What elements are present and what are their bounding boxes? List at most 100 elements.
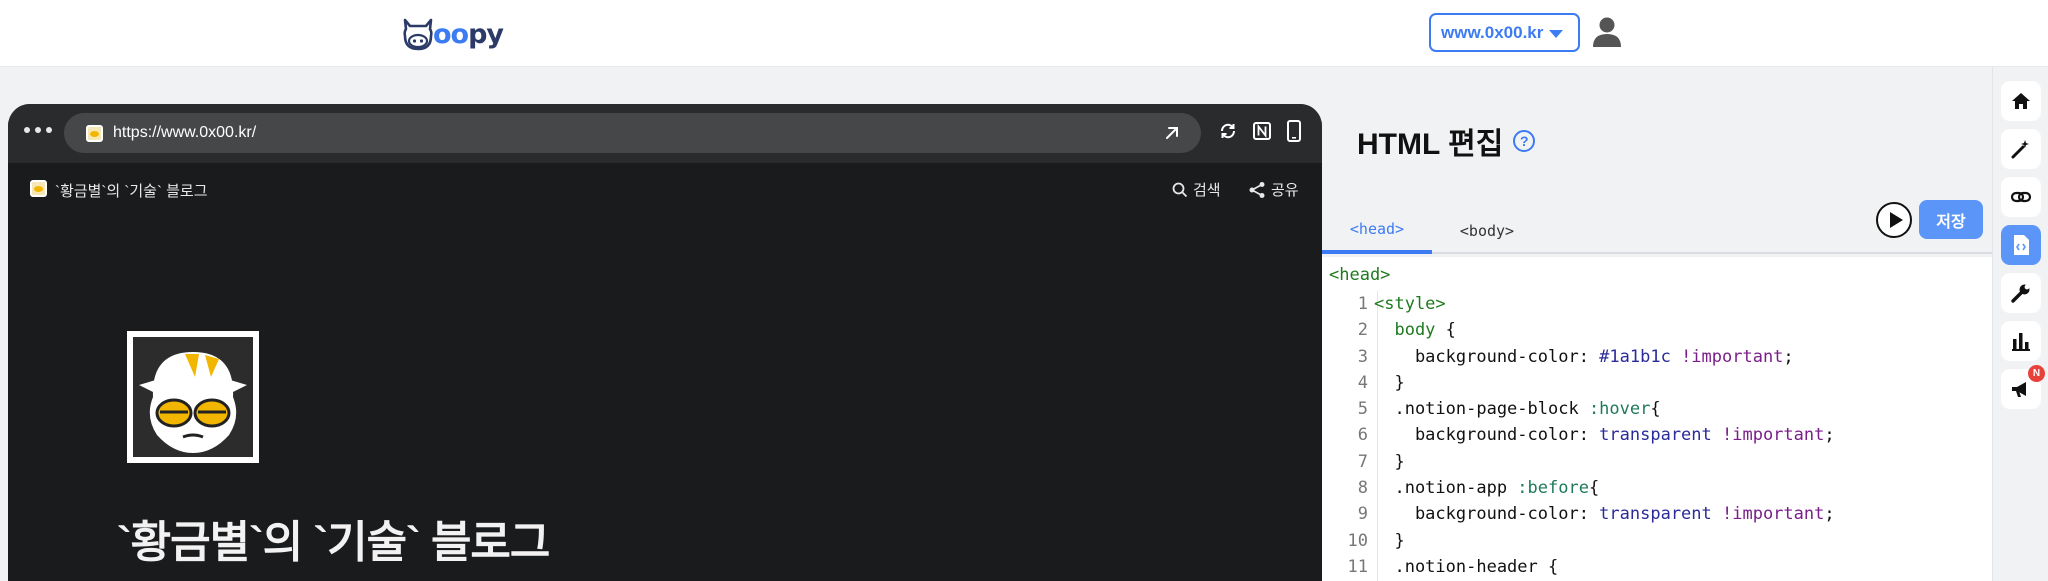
code-token: .notion-app [1374, 478, 1518, 499]
code-token: { [1445, 320, 1456, 341]
rail-notice[interactable]: N [2001, 365, 2045, 409]
code-line[interactable]: 2 body { [1322, 317, 1835, 343]
domain-select[interactable]: www.0x00.kr [1429, 13, 1580, 52]
site-search-button[interactable]: 검색 [1172, 179, 1221, 200]
line-number: 7 [1357, 451, 1368, 472]
favicon-icon [86, 124, 103, 142]
tab-head[interactable]: <head> [1322, 207, 1432, 254]
line-number: 3 [1357, 346, 1368, 367]
site-favicon-icon [30, 180, 47, 197]
html-file-icon [2014, 235, 2029, 255]
code-token: transparent [1599, 504, 1722, 525]
line-number: 1 [1357, 294, 1368, 314]
code-token: !important [1681, 346, 1784, 367]
domain-select-value: www.0x00.kr [1441, 22, 1544, 42]
run-preview-button[interactable] [1876, 202, 1912, 238]
code-token: .notion-page-block [1374, 399, 1589, 420]
code-token: .notion-header [1374, 556, 1548, 577]
rail-home[interactable] [2001, 81, 2041, 121]
site-title[interactable]: `황금별`의 `기술` 블로그 [55, 180, 208, 201]
code-token: <style> [1374, 294, 1446, 314]
cat-mascot-icon [133, 337, 253, 457]
code-line[interactable]: 3 background-color: #1a1b1c !important; [1322, 344, 1835, 370]
code-line[interactable]: 7 } [1322, 449, 1835, 475]
line-number: 11 [1347, 556, 1368, 577]
site-header: `황금별`의 `기술` 블로그 검색 공유 [8, 163, 1322, 213]
share-icon [1249, 181, 1265, 198]
top-bar: oopy www.0x00.kr [0, 0, 2048, 67]
rail-tools[interactable] [2001, 273, 2041, 313]
home-icon [2012, 93, 2030, 109]
code-root-tag: <head> [1329, 265, 1391, 285]
more-dots-icon[interactable] [24, 127, 52, 133]
code-line[interactable]: 5 .notion-page-block :hover{ [1322, 396, 1835, 422]
code-line[interactable]: 1 <style> [1322, 291, 1835, 317]
tab-body[interactable]: <body> [1432, 207, 1542, 254]
refresh-icon[interactable] [1218, 121, 1238, 141]
code-line[interactable]: 8 .notion-app :before{ [1322, 475, 1835, 501]
page-heading: `황금별`의 `기술` 블로그 [117, 518, 550, 567]
code-token: body [1374, 320, 1446, 341]
search-label: 검색 [1193, 182, 1221, 199]
code-token: #1a1b1c [1599, 346, 1682, 367]
code-line[interactable]: 4 } [1322, 370, 1835, 396]
code-line[interactable]: 11 .notion-header { [1322, 554, 1835, 580]
wrench-icon [2011, 284, 2030, 303]
editor-title-text: HTML 편집 [1357, 128, 1504, 161]
editor-title: HTML 편집 ? [1357, 119, 1536, 163]
code-token: background-color: [1374, 504, 1600, 525]
code-editor[interactable]: <head> 1 <style> 2 body {3 background-colo… [1322, 257, 1992, 581]
code-token: } [1374, 530, 1405, 551]
site-preview: https://www.0x00.kr/ `황금별`의 `기술` 블로그 검색 … [8, 104, 1322, 581]
line-number: 8 [1357, 478, 1368, 499]
line-number: 4 [1357, 372, 1368, 393]
new-badge: N [2028, 365, 2045, 382]
code-token: transparent [1599, 425, 1722, 446]
megaphone-icon [2012, 382, 2026, 397]
mobile-icon[interactable] [1286, 120, 1302, 142]
cow-logo-icon [403, 18, 433, 51]
preview-tools [1218, 120, 1302, 142]
code-token: !important [1722, 504, 1825, 525]
code-line[interactable]: 9 background-color: transparent !importa… [1322, 501, 1835, 527]
code-line[interactable]: 6 background-color: transparent !importa… [1322, 422, 1835, 448]
line-number: 2 [1357, 320, 1368, 341]
line-number: 5 [1357, 399, 1368, 420]
code-token: !important [1722, 425, 1825, 446]
code-token: } [1374, 451, 1405, 472]
url-text: https://www.0x00.kr/ [113, 124, 257, 141]
help-icon[interactable]: ? [1513, 130, 1536, 152]
line-number: 9 [1357, 504, 1368, 525]
page-icon-image[interactable] [127, 331, 259, 463]
user-icon[interactable] [1592, 16, 1622, 48]
rail-link[interactable] [2001, 177, 2041, 217]
html-editor-panel: HTML 편집 ? <head> <body> 저장 <head> 1 <styl… [1322, 67, 1992, 581]
code-token: { [1548, 556, 1559, 577]
rail-magic[interactable] [2001, 129, 2041, 169]
address-bar[interactable]: https://www.0x00.kr/ [64, 113, 1201, 153]
search-icon [1172, 182, 1188, 197]
code-token: } [1374, 372, 1405, 393]
code-token: :before [1517, 478, 1589, 499]
browser-chrome: https://www.0x00.kr/ [8, 104, 1322, 163]
caret-down-icon [1549, 29, 1564, 38]
code-token: { [1650, 399, 1661, 420]
code-line[interactable]: 10 } [1322, 528, 1835, 554]
code-token: background-color: [1374, 346, 1600, 367]
rail-stats[interactable] [2001, 321, 2041, 361]
open-external-icon[interactable] [1163, 124, 1181, 142]
code-token: { [1588, 478, 1600, 499]
code-token: ; [1824, 504, 1835, 525]
save-button[interactable]: 저장 [1919, 200, 1983, 239]
share-label: 공유 [1271, 182, 1299, 199]
oopy-logo[interactable]: oopy [401, 14, 504, 54]
notion-icon[interactable] [1252, 121, 1272, 141]
magic-wand-icon [2011, 140, 2029, 159]
rail-html[interactable] [2001, 225, 2041, 265]
line-number: 10 [1347, 530, 1368, 551]
code-token: background-color: [1374, 425, 1600, 446]
code-token: ; [1824, 425, 1835, 446]
code-token: :hover [1588, 399, 1651, 420]
site-share-button[interactable]: 공유 [1248, 179, 1299, 200]
code-token: ; [1783, 346, 1794, 367]
